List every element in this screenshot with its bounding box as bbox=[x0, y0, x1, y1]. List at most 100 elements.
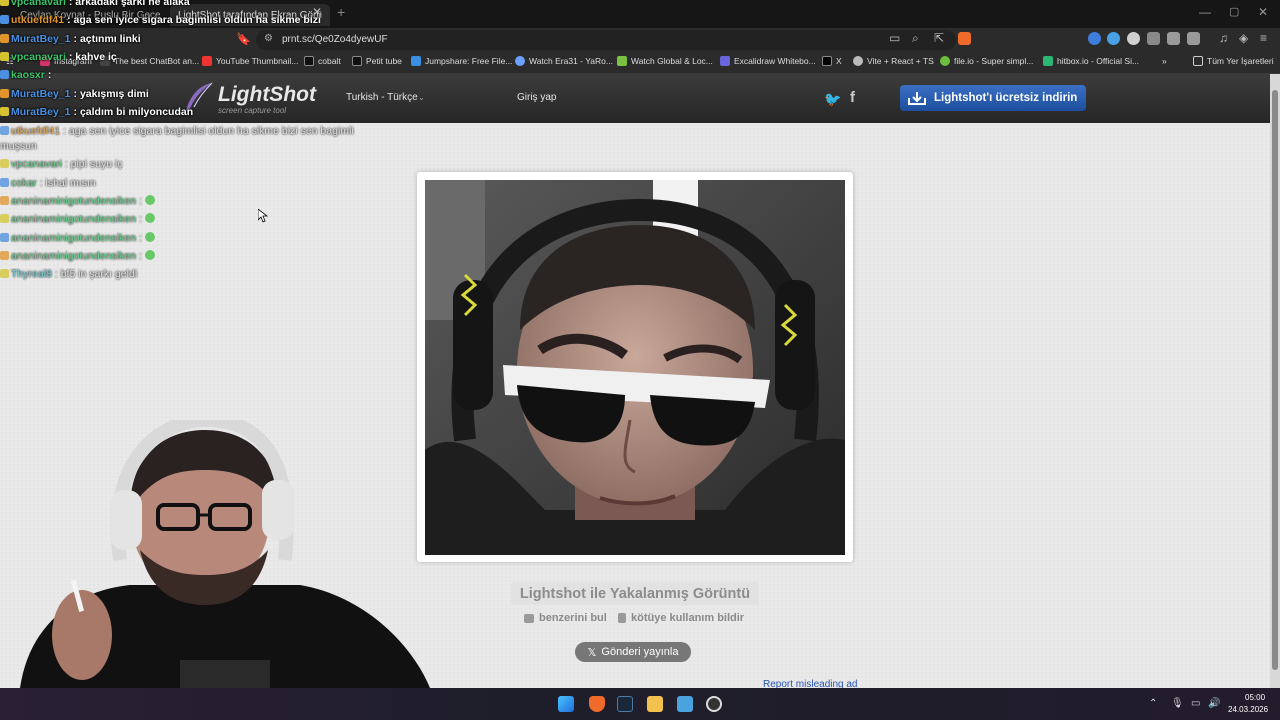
report-abuse-label: kötüye kullanım bildir bbox=[631, 612, 745, 624]
chat-username: MuratBey_1 bbox=[11, 88, 71, 100]
chat-message: utkuefdf41: aga sen iyice sigara bagimli… bbox=[0, 125, 354, 137]
twitter-icon[interactable]: 🐦 bbox=[824, 91, 841, 108]
more-bookmarks-icon[interactable]: » bbox=[1162, 56, 1167, 66]
brave-shields-icon[interactable] bbox=[958, 32, 971, 45]
bookmark-item[interactable]: Petit tube bbox=[352, 56, 402, 66]
site-settings-icon[interactable]: ⚙ bbox=[264, 33, 273, 44]
extension-icon[interactable] bbox=[1147, 32, 1160, 45]
chat-message: vpcanavari: kahve iç bbox=[0, 51, 117, 63]
find-similar-link[interactable]: benzerini bul bbox=[524, 612, 607, 624]
report-misleading-ad-link[interactable]: Report misleading ad bbox=[763, 679, 858, 688]
chat-message: ananinaminigotundensiken: bbox=[0, 195, 155, 207]
close-window-icon[interactable]: ✕ bbox=[1258, 5, 1268, 19]
show-hidden-icons-chevron-icon[interactable]: ⌃ bbox=[1149, 698, 1157, 709]
petit-tube-icon bbox=[352, 56, 362, 66]
bookmark-item[interactable]: YouTube Thumbnail... bbox=[202, 56, 298, 66]
report-abuse-link[interactable]: kötüye kullanım bildir bbox=[618, 612, 744, 624]
minimize-window-icon[interactable]: — bbox=[1199, 5, 1211, 19]
extension-icon[interactable] bbox=[1107, 32, 1120, 45]
bookmark-item[interactable]: cobalt bbox=[304, 56, 341, 66]
chat-message-text: : yakışmış dimi bbox=[73, 88, 149, 100]
bookmark-item[interactable]: Watch Era31 - YaRo... bbox=[515, 56, 613, 66]
chat-message: cokar: ishal mısın bbox=[0, 177, 96, 189]
chevron-down-icon[interactable]: ⌄ bbox=[418, 93, 425, 102]
app-icon[interactable] bbox=[677, 696, 693, 712]
flag-icon bbox=[618, 613, 626, 623]
chat-badge-icon bbox=[0, 269, 9, 278]
bookmark-item[interactable]: Excalidraw Whitebo... bbox=[720, 56, 816, 66]
excalidraw-icon bbox=[720, 56, 730, 66]
all-bookmarks-folder[interactable]: Tüm Yer İşaretleri bbox=[1193, 56, 1274, 66]
chat-username: vpcanavari bbox=[11, 0, 66, 8]
webcam-photo-illustration bbox=[425, 180, 845, 555]
scrollbar-thumb[interactable] bbox=[1272, 90, 1278, 670]
download-button-label: Lightshot'ı ücretsiz indirin bbox=[934, 92, 1078, 104]
clock-date[interactable]: 24.03.2026 bbox=[1228, 705, 1268, 714]
chat-message: muşsun bbox=[0, 140, 37, 152]
url-text: prnt.sc/Qe0Zo4dyewUF bbox=[282, 34, 388, 45]
chat-message: MuratBey_1: yakışmış dimi bbox=[0, 88, 149, 100]
chat-username: utkuefdf41 bbox=[11, 14, 65, 26]
bookmark-item[interactable]: file.io - Super simpl... bbox=[940, 56, 1033, 66]
sidebar-icon[interactable] bbox=[1187, 32, 1200, 45]
login-link[interactable]: Giriş yap bbox=[517, 92, 556, 103]
extension-icon[interactable] bbox=[1088, 32, 1101, 45]
steam-icon[interactable] bbox=[617, 696, 633, 712]
chat-message-text: : ishal mısın bbox=[39, 177, 96, 189]
wallet-icon[interactable]: ◈ bbox=[1239, 31, 1248, 45]
chat-message-text: : açtınmı linki bbox=[73, 33, 141, 45]
chat-message-text: : bbox=[47, 69, 52, 81]
x-logo-icon: 𝕏 bbox=[587, 646, 597, 659]
chat-username: utkuefdf41 bbox=[11, 125, 61, 137]
page-scrollbar[interactable] bbox=[1270, 74, 1280, 688]
brave-browser-icon[interactable] bbox=[589, 696, 605, 712]
zoom-icon[interactable]: ⌕ bbox=[912, 31, 919, 46]
chat-message-text: : bbox=[138, 213, 142, 225]
captured-screenshot-image[interactable] bbox=[425, 180, 845, 555]
bookmark-item[interactable]: hitbox.io - Official Si... bbox=[1043, 56, 1139, 66]
new-tab-icon[interactable]: + bbox=[337, 4, 345, 20]
chat-badge-icon bbox=[0, 178, 9, 187]
bookmark-icon[interactable]: 🔖 bbox=[236, 32, 251, 46]
bookmark-item[interactable]: Jumpshare: Free File... bbox=[411, 56, 512, 66]
chat-badge-icon bbox=[0, 52, 9, 61]
language-select[interactable]: Turkish - Türkçe bbox=[346, 92, 418, 103]
clock-time[interactable]: 05:00 bbox=[1245, 693, 1265, 702]
bookmark-item[interactable]: X bbox=[822, 56, 842, 66]
chat-badge-icon bbox=[0, 159, 9, 168]
bookmark-item[interactable]: Vite + React + TS bbox=[853, 56, 934, 66]
obs-studio-icon[interactable] bbox=[706, 696, 722, 712]
chat-badge-icon bbox=[0, 107, 9, 116]
music-icon[interactable]: ♫ bbox=[1219, 31, 1228, 45]
streamer-webcam-overlay bbox=[0, 420, 430, 688]
menu-icon[interactable]: ≡ bbox=[1260, 31, 1267, 45]
chat-message: kaosxr: bbox=[0, 69, 51, 81]
logo-wordmark[interactable]: LightShot bbox=[218, 83, 316, 107]
chat-username: kaosxr bbox=[11, 69, 45, 81]
jumpshare-icon bbox=[411, 56, 421, 66]
chat-badge-icon bbox=[0, 70, 9, 79]
volume-icon[interactable]: 🔊 bbox=[1208, 698, 1220, 709]
cast-icon[interactable]: ▭ bbox=[889, 31, 900, 45]
post-to-x-button[interactable]: 𝕏 Gönderi yayınla bbox=[575, 642, 691, 662]
network-icon[interactable]: ▭ bbox=[1191, 698, 1200, 709]
chat-message: Thyreal8: bf5 in şarkı geldi bbox=[0, 268, 137, 280]
download-tray-icon bbox=[908, 92, 926, 105]
extensions-puzzle-icon[interactable] bbox=[1167, 32, 1180, 45]
url-input[interactable]: ⚙ prnt.sc/Qe0Zo4dyewUF bbox=[256, 30, 956, 50]
maximize-window-icon[interactable]: ▢ bbox=[1229, 5, 1239, 18]
chat-message: ananinaminigotundensiken: bbox=[0, 213, 155, 225]
facebook-icon[interactable]: f bbox=[850, 89, 855, 106]
chat-badge-icon bbox=[0, 126, 9, 135]
file-explorer-icon[interactable] bbox=[647, 696, 663, 712]
chat-username: cokar bbox=[11, 177, 37, 189]
bookmark-item[interactable]: Watch Global & Loc... bbox=[617, 56, 713, 66]
share-icon[interactable]: ⇱ bbox=[934, 31, 944, 45]
microphone-icon[interactable]: 🎙 bbox=[1171, 698, 1184, 709]
extension-icon[interactable] bbox=[1127, 32, 1140, 45]
check-emote-icon bbox=[144, 250, 155, 260]
download-button[interactable]: Lightshot'ı ücretsiz indirin bbox=[900, 85, 1086, 111]
chat-message-text: : kahve iç bbox=[68, 51, 117, 63]
windows-start-icon[interactable] bbox=[558, 696, 574, 712]
chat-message-text: : aga sen iyice sigara bagimlisi oldun h… bbox=[63, 125, 354, 137]
